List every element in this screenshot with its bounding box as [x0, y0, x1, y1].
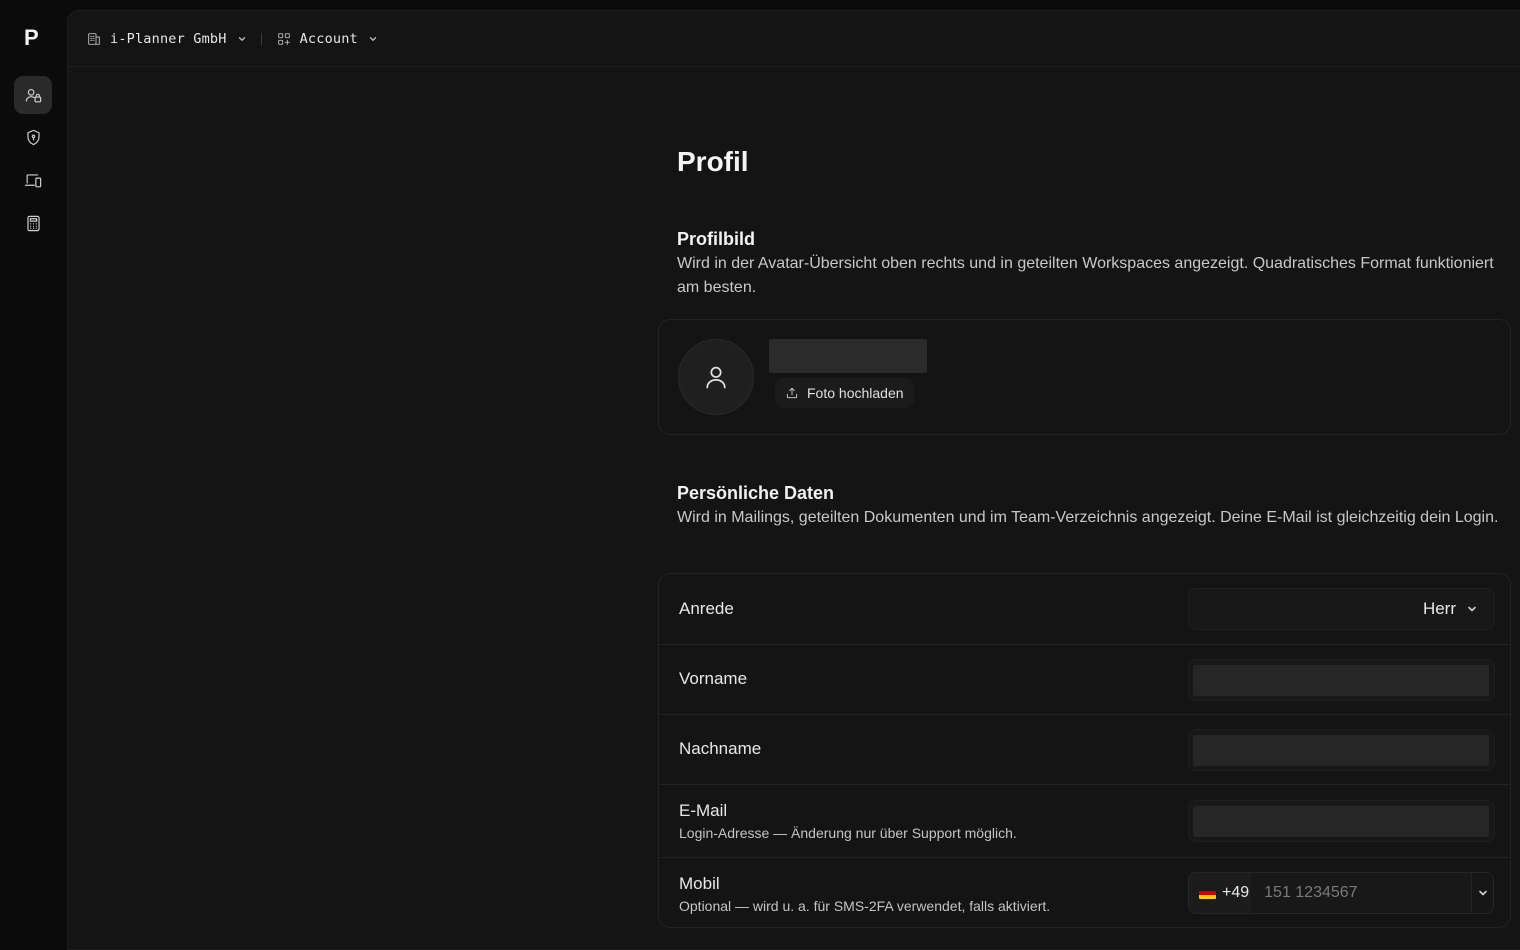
- account-users-icon: [25, 88, 41, 102]
- upload-icon: [786, 387, 798, 399]
- rail-item-account[interactable]: [14, 76, 52, 114]
- devices-icon: [24, 173, 41, 187]
- org-switcher[interactable]: i-Planner GmbH: [86, 31, 247, 47]
- germany-flag-icon: [1199, 887, 1216, 899]
- firstname-row: Vorname: [659, 644, 1510, 714]
- section-label: Account: [299, 30, 358, 47]
- mobile-dropdown-button[interactable]: [1471, 873, 1493, 913]
- breadcrumb-separator: [260, 32, 262, 45]
- user-icon: [706, 366, 726, 389]
- salutation-value: Herr: [1422, 599, 1456, 618]
- personal-data-card: Anrede Herr Vorname Nachname E-Mail Logi…: [658, 573, 1511, 928]
- main-panel: i-Planner GmbH Account Profil Profilbild…: [67, 10, 1520, 950]
- personal-data-title: Persönliche Daten: [677, 483, 835, 503]
- lastname-field-wrapper: [1188, 729, 1495, 771]
- app-logo[interactable]: P: [24, 27, 44, 49]
- profile-picture-title: Profilbild: [677, 229, 755, 249]
- calculator-icon: [26, 215, 40, 231]
- chevron-down-icon: [238, 36, 245, 41]
- mobile-input[interactable]: [1250, 873, 1472, 913]
- page-title: Profil: [677, 146, 749, 177]
- salutation-select[interactable]: Herr: [1188, 588, 1495, 630]
- email-label: E-Mail: [679, 801, 728, 820]
- upload-photo-button[interactable]: Foto hochladen: [775, 378, 914, 408]
- mobile-label: Mobil: [679, 874, 720, 893]
- personal-data-description: Wird in Mailings, geteilten Dokumenten u…: [677, 509, 1499, 526]
- rail-item-security[interactable]: [14, 118, 52, 156]
- country-code: +49: [1222, 884, 1250, 901]
- mobile-phone-field: +49: [1188, 872, 1494, 914]
- chevron-down-icon: [1478, 890, 1487, 896]
- salutation-row: Anrede Herr: [659, 574, 1510, 644]
- photo-placeholder: [769, 339, 927, 373]
- firstname-label: Vorname: [679, 669, 748, 688]
- firstname-field-wrapper: [1188, 659, 1495, 701]
- lastname-row: Nachname: [659, 714, 1510, 784]
- email-hint: Login-Adresse — Änderung nur über Suppor…: [679, 825, 1017, 841]
- firstname-input[interactable]: [1193, 665, 1489, 696]
- mobile-hint: Optional — wird u. a. für SMS-2FA verwen…: [679, 898, 1051, 914]
- email-input[interactable]: [1193, 806, 1489, 837]
- rail-item-billing[interactable]: [14, 204, 52, 242]
- country-code-selector[interactable]: +49: [1189, 873, 1251, 913]
- org-label: i-Planner GmbH: [110, 30, 227, 47]
- profile-picture-card: Foto hochladen: [658, 319, 1511, 435]
- section-switcher[interactable]: Account: [276, 31, 378, 47]
- mobile-row: Mobil Optional — wird u. a. für SMS-2FA …: [659, 857, 1510, 929]
- email-row: E-Mail Login-Adresse — Änderung nur über…: [659, 784, 1510, 857]
- rail-item-devices[interactable]: [14, 161, 52, 199]
- profile-picture-description: Wird in der Avatar-Übersicht oben rechts…: [677, 255, 1494, 296]
- chevron-down-icon: [369, 36, 377, 41]
- grid-icon: [277, 32, 290, 45]
- breadcrumb: i-Planner GmbH Account: [68, 11, 1520, 67]
- chevron-down-icon: [1468, 606, 1476, 612]
- upload-photo-label: Foto hochladen: [807, 385, 904, 401]
- salutation-label: Anrede: [679, 599, 734, 618]
- building-icon: [88, 32, 100, 45]
- left-rail: P: [0, 0, 67, 937]
- lastname-input[interactable]: [1193, 735, 1489, 766]
- shield-icon: [26, 129, 40, 145]
- lastname-label: Nachname: [679, 739, 762, 758]
- avatar[interactable]: [678, 339, 754, 415]
- email-field-wrapper: [1188, 800, 1495, 842]
